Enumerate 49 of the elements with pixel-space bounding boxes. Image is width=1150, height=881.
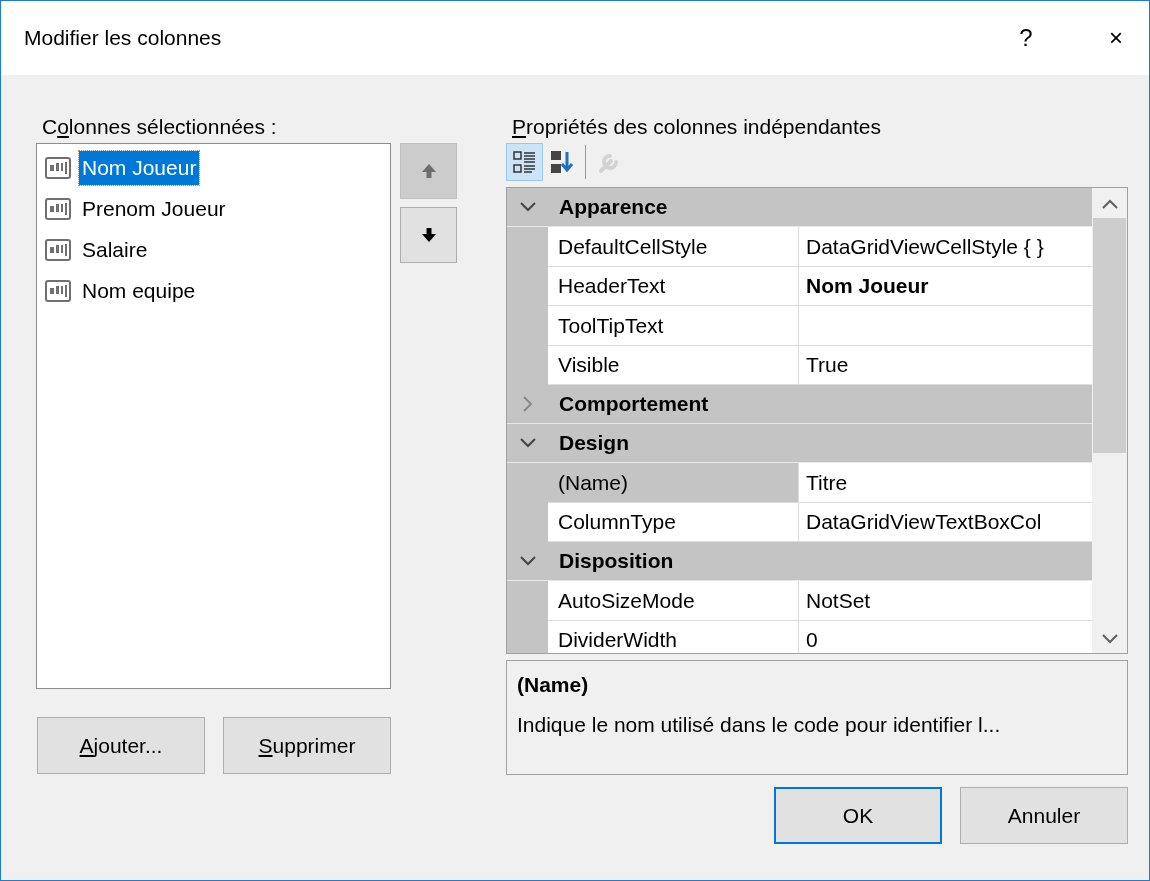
text-column-icon: [45, 279, 71, 302]
column-item[interactable]: Nom Joueur: [79, 150, 200, 185]
property-name[interactable]: HeaderText: [548, 266, 799, 306]
arrow-up-icon: [420, 163, 437, 179]
properties-label: Propriétés des colonnes indépendantes: [512, 115, 881, 138]
sort-down-icon: [548, 149, 575, 175]
column-item[interactable]: Nom equipe: [79, 273, 199, 308]
property-name[interactable]: Visible: [548, 345, 799, 385]
property-value[interactable]: DataGridViewCellStyle { }: [799, 227, 1092, 267]
property-name[interactable]: (Name): [548, 463, 799, 503]
property-name[interactable]: ColumnType: [548, 502, 799, 542]
scroll-thumb[interactable]: [1093, 218, 1126, 453]
close-button[interactable]: ×: [1093, 20, 1139, 56]
property-name[interactable]: AutoSizeMode: [548, 581, 799, 621]
description-text: Indique le nom utilisé dans le code pour identifier l...: [517, 711, 1001, 738]
categorized-button[interactable]: [506, 143, 543, 181]
property-value[interactable]: 0: [799, 620, 1092, 653]
scroll-up-icon[interactable]: [1100, 198, 1119, 210]
categorized-view-icon: [511, 149, 538, 175]
help-button[interactable]: ?: [1003, 20, 1049, 56]
collapse-chevron-icon[interactable]: [519, 438, 536, 448]
property-name[interactable]: DividerWidth: [548, 620, 799, 653]
scroll-down-icon[interactable]: [1100, 633, 1119, 645]
description-title: (Name): [517, 672, 589, 698]
text-column-icon: [45, 197, 71, 220]
text-column-icon: [45, 238, 71, 261]
columns-label: Colonnes sélectionnées :: [42, 115, 277, 138]
column-item[interactable]: Prenom Joueur: [79, 191, 229, 226]
category-row[interactable]: Comportement: [507, 385, 1092, 424]
add-button[interactable]: Ajouter...: [37, 717, 205, 774]
scrollbar[interactable]: [1092, 188, 1127, 653]
property-value[interactable]: NotSet: [799, 581, 1092, 621]
ok-button[interactable]: OK: [774, 787, 942, 844]
arrow-down-icon: [420, 227, 437, 243]
column-item[interactable]: Salaire: [79, 232, 151, 267]
cancel-button[interactable]: Annuler: [960, 787, 1128, 844]
property-value[interactable]: DataGridViewTextBoxCol: [799, 502, 1092, 542]
window-title: Modifier les colonnes: [24, 25, 223, 52]
collapse-chevron-icon[interactable]: [519, 202, 536, 212]
collapse-chevron-icon[interactable]: [519, 556, 536, 566]
property-value[interactable]: Titre: [799, 463, 1092, 503]
text-column-icon: [45, 156, 71, 179]
property-name[interactable]: ToolTipText: [548, 306, 799, 346]
columns-list[interactable]: Nom Joueur Prenom Joueur Salaire Nom equipe: [36, 143, 391, 689]
property-value[interactable]: True: [799, 345, 1092, 385]
property-value[interactable]: Nom Joueur: [799, 266, 1092, 306]
remove-button[interactable]: Supprimer: [223, 717, 391, 774]
move-down-button[interactable]: [400, 207, 457, 263]
property-name[interactable]: DefaultCellStyle: [548, 227, 799, 267]
